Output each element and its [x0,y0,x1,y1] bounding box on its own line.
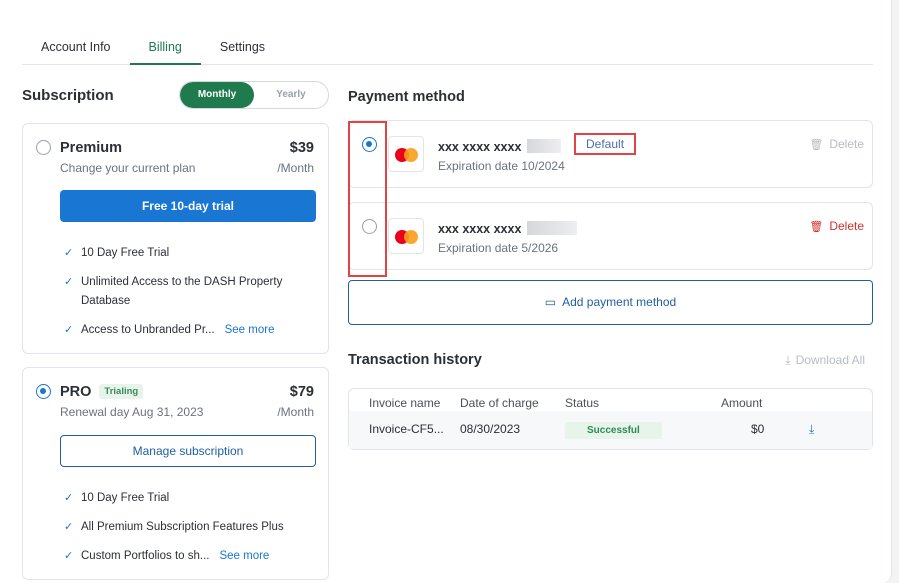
column-header: Invoice name [369,396,441,410]
trash-icon: 🗑 [809,139,824,151]
tab-billing[interactable]: Billing [129,32,201,65]
plan-card-pro: PRO Trialing $79 Renewal day Aug 31, 2023… [22,367,329,580]
transaction-table: Invoice name Date of charge Status Amoun… [348,388,873,450]
card-expiration: Expiration date 5/2026 [438,241,559,255]
mastercard-logo [388,136,424,172]
table-row: Invoice-CF5... 08/30/2023 Successful $0 … [349,411,872,449]
tab-bar: Account Info Billing Settings [22,32,873,65]
plan-period: /Month [277,405,314,419]
status-badge: Successful [565,422,662,439]
toggle-monthly[interactable]: Monthly [180,82,254,108]
delete-card-button: 🗑 Delete [809,137,864,151]
check-icon: ✓ [64,276,74,288]
plan-feature: ✓ Custom Portfolios to sh... See more [64,547,314,566]
plan-subtitle: Change your current plan [60,161,196,175]
payment-card-radio[interactable] [362,219,377,234]
table-header: Invoice name Date of charge Status Amoun… [349,393,872,413]
column-header: Date of charge [460,396,539,410]
charge-date: 08/30/2023 [460,422,521,436]
download-icon: ⤓ [785,353,791,367]
tab-account-info[interactable]: Account Info [22,32,130,65]
plan-feature: ✓ All Premium Subscription Features Plus [64,518,314,537]
check-icon: ✓ [64,492,74,504]
billing-panel: Account Info Billing Settings Subscripti… [0,0,892,583]
credit-card-icon: ▭ [544,295,557,309]
card-expiration: Expiration date 10/2024 [438,159,565,173]
default-badge: Default [574,133,637,155]
invoice-name: Invoice-CF5... [369,422,444,436]
check-icon: ✓ [64,521,74,533]
manage-subscription-button[interactable]: Manage subscription [60,435,316,467]
plan-feature: ✓ Access to Unbranded Pr... See more [64,321,314,340]
plan-price: $79 [289,384,314,400]
subscription-title: Subscription [22,87,114,104]
plan-price: $39 [289,140,314,156]
toggle-yearly[interactable]: Yearly [254,82,328,108]
plan-period: /Month [277,161,314,175]
see-more-link[interactable]: See more [219,550,269,562]
plan-feature: ✓ 10 Day Free Trial [64,244,314,263]
plan-radio-premium[interactable] [36,140,51,155]
download-icon[interactable]: ⤓ [809,411,814,447]
plan-radio-pro[interactable] [36,384,51,399]
plan-feature: ✓ 10 Day Free Trial [64,489,314,508]
plan-name: PRO Trialing [60,384,144,400]
column-header: Amount [721,396,763,410]
plan-name: Premium [60,140,123,156]
download-all-button[interactable]: ⤓ Download All [785,353,865,368]
plan-subtitle: Renewal day Aug 31, 2023 [60,405,204,419]
tab-settings[interactable]: Settings [201,32,284,65]
check-icon: ✓ [64,550,74,562]
add-payment-method-button[interactable]: ▭ Add payment method [348,280,873,325]
card-number: xxx xxxx xxxx [438,139,562,154]
amount: $0 [751,422,765,436]
see-more-link[interactable]: See more [225,324,275,336]
plan-feature: ✓ Unlimited Access to the DASH Property … [64,273,314,311]
free-trial-button[interactable]: Free 10-day trial [60,190,316,222]
payment-card: xxx xxxx xxxx Expiration date 5/2026 🗑 De… [348,202,873,270]
payment-method-title: Payment method [348,89,465,105]
status-badge: Trialing [99,384,144,399]
billing-period-toggle[interactable]: Monthly Yearly [179,81,329,109]
mastercard-logo [388,218,424,254]
card-number: xxx xxxx xxxx [438,221,578,236]
column-header: Status [565,396,600,410]
trash-icon: 🗑 [809,221,824,233]
payment-card-radio[interactable] [362,137,377,152]
transaction-history-title: Transaction history [348,352,482,368]
check-icon: ✓ [64,324,74,336]
delete-card-button[interactable]: 🗑 Delete [809,219,864,233]
status-cell: Successful [565,411,662,447]
check-icon: ✓ [64,247,74,259]
plan-card-premium: Premium $39 Change your current plan /Mo… [22,123,329,354]
payment-card: xxx xxxx xxxx Default Expiration date 10… [348,120,873,188]
